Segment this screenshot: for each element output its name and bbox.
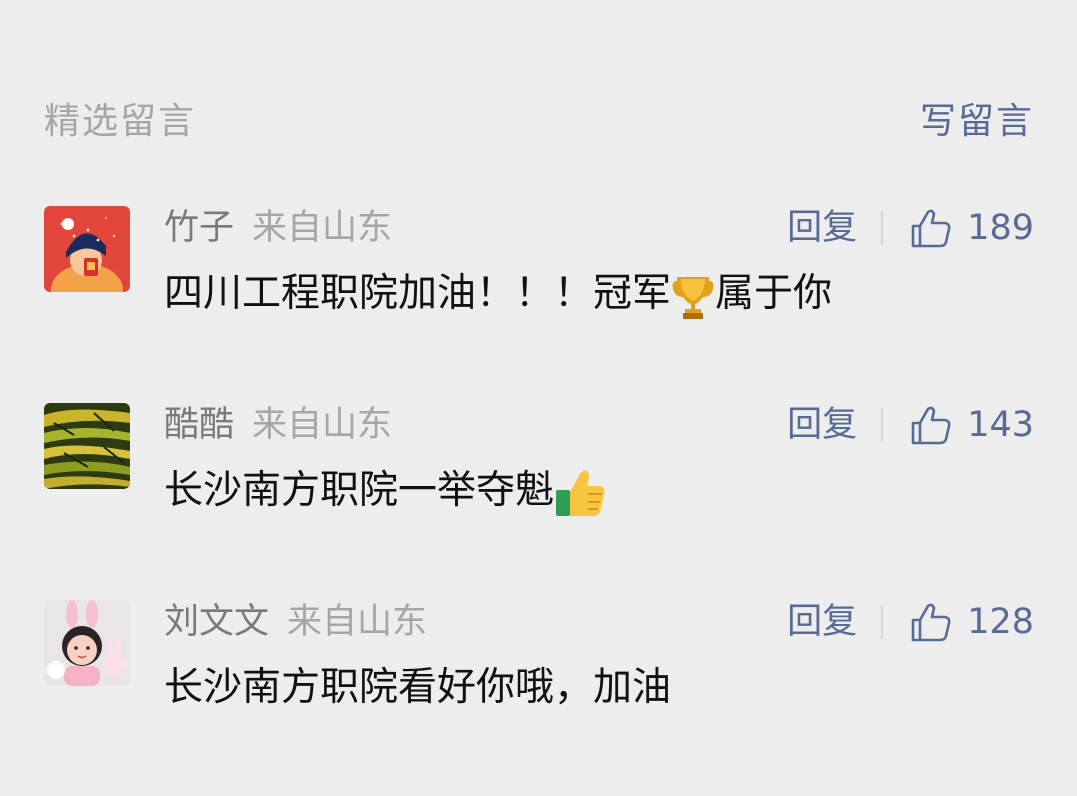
author-name[interactable]: 酷酷	[164, 405, 234, 445]
like-count: 128	[967, 602, 1034, 642]
author-location: 来自山东	[287, 602, 428, 642]
comment-text: 长沙南方职院一举夺魁	[164, 461, 608, 521]
divider	[881, 408, 884, 442]
comment-actions: 回复 128	[787, 600, 1034, 644]
comment-text-tail: 属于你	[715, 271, 833, 316]
comment-text-main: 四川工程职院加油！！！冠军	[164, 271, 672, 316]
trophy-emoji	[671, 271, 715, 321]
comments-header: 精选留言 写留言	[44, 92, 1034, 142]
write-comment-button[interactable]: 写留言	[920, 92, 1034, 144]
comment-item: 刘文文 来自山东 回复 128 长沙南方职院看好你哦，加油	[44, 600, 1034, 730]
reply-button[interactable]: 回复	[787, 403, 857, 447]
like-count: 189	[967, 208, 1034, 248]
comment-text: 四川工程职院加油！！！冠军 属于你	[164, 264, 832, 324]
thumbs-up-icon[interactable]	[909, 600, 953, 644]
comment-author-line: 刘文文 来自山东	[164, 600, 427, 644]
comment-author-line: 酷酷 来自山东	[164, 403, 392, 447]
avatar[interactable]	[44, 600, 130, 686]
author-location: 来自山东	[252, 208, 393, 248]
thumbs-up-icon[interactable]	[909, 206, 953, 250]
like-count: 143	[967, 405, 1034, 445]
comment-actions: 回复 189	[787, 206, 1034, 250]
thumbs-up-icon[interactable]	[909, 403, 953, 447]
reply-button[interactable]: 回复	[787, 206, 857, 250]
author-location: 来自山东	[252, 405, 393, 445]
author-name[interactable]: 竹子	[164, 208, 234, 248]
comment-text-main: 长沙南方职院看好你哦，加油	[164, 665, 672, 710]
thumbs-up-emoji	[554, 466, 608, 520]
avatar[interactable]	[44, 206, 130, 292]
avatar-image	[44, 403, 130, 489]
avatar-image	[44, 206, 130, 292]
section-title: 精选留言	[44, 101, 197, 142]
divider	[881, 211, 884, 245]
reply-button[interactable]: 回复	[787, 600, 857, 644]
avatar-image	[44, 600, 130, 686]
divider	[881, 605, 884, 639]
comment-text-main: 长沙南方职院一举夺魁	[164, 468, 555, 513]
author-name[interactable]: 刘文文	[164, 602, 269, 642]
comment-item: 酷酷 来自山东 回复 143 长沙南方职院一举夺魁	[44, 403, 1034, 533]
comment-author-line: 竹子 来自山东	[164, 206, 392, 250]
avatar[interactable]	[44, 403, 130, 489]
comment-item: 竹子 来自山东 回复 189 四川工程职院加油！！！冠军 属于你	[44, 206, 1034, 336]
comment-text: 长沙南方职院看好你哦，加油	[164, 658, 671, 718]
comment-actions: 回复 143	[787, 403, 1034, 447]
